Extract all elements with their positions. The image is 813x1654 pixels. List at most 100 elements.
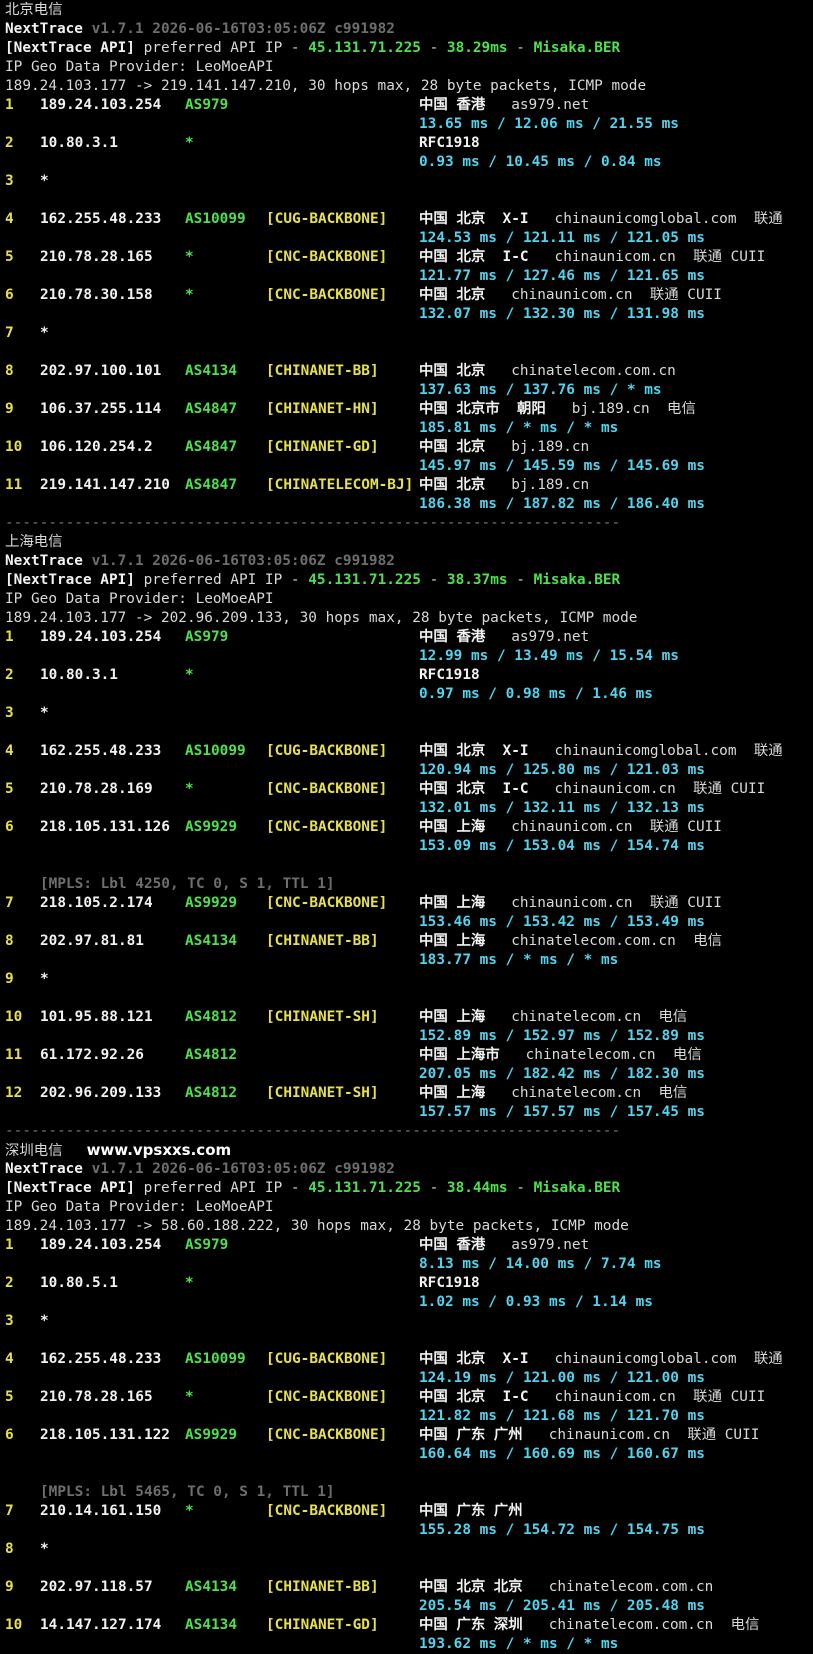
hop-geo: RFC1918 [419, 135, 480, 151]
hop-tag: [CUG-BACKBONE] [266, 211, 388, 227]
hop-number: 7 [5, 325, 14, 341]
hop-timeout: * [40, 173, 49, 189]
api-dash: - [507, 1180, 534, 1196]
hop-rtt-row: 1.02 ms / 0.93 ms / 1.14 ms [0, 1293, 813, 1312]
hop-geo: 中国 广东 广州 [419, 1427, 523, 1443]
route-line: 189.24.103.177 -> 219.141.147.210, 30 ho… [0, 77, 813, 96]
hop-geo: 中国 北京 I-C [419, 249, 529, 265]
hop-geo: 中国 北京 X-I [419, 743, 529, 759]
hop-rtt: 8.13 ms / 14.00 ms / 7.74 ms [419, 1256, 662, 1272]
tool-name: NextTrace [5, 553, 83, 569]
hop-timeout: * [40, 1313, 49, 1329]
hop-rtt-row: 137.63 ms / 137.76 ms / * ms [0, 381, 813, 400]
api-latency: 38.44ms [446, 1180, 508, 1196]
hop-blank [0, 1331, 813, 1350]
section-title: 深圳电信 www.vpsxxs.com [0, 1141, 813, 1160]
hop-isp: 电信 [693, 933, 722, 949]
hop-number: 7 [5, 895, 14, 911]
hop-number: 8 [5, 363, 14, 379]
hop-host: chinatelecom.com.cn [548, 1579, 714, 1595]
hop-mpls: [MPLS: Lbl 5465, TC 0, S 1, TTL 1] [40, 1484, 335, 1500]
hop-blank [0, 1464, 813, 1483]
separator: ----------------------------------------… [5, 515, 621, 531]
hop-isp: 电信 [672, 1047, 702, 1063]
hop-number: 9 [5, 401, 14, 417]
hop-isp: 联通 CUII [649, 895, 722, 911]
hop-geo: 中国 北京 I-C [419, 1389, 529, 1405]
hop-asn: * [185, 781, 194, 797]
hop-rtt: 153.09 ms / 153.04 ms / 154.74 ms [419, 838, 705, 854]
hop-asn: * [185, 1275, 194, 1291]
hop-mpls-row: [MPLS: Lbl 5465, TC 0, S 1, TTL 1] [0, 1483, 813, 1502]
hop-number: 7 [5, 1503, 14, 1519]
hop-tag: [CUG-BACKBONE] [266, 1351, 388, 1367]
hop-number: 4 [5, 211, 14, 227]
hop-number: 3 [5, 705, 14, 721]
hop-ip: 10.80.5.1 [40, 1275, 118, 1291]
api-node: Misaka.BER [533, 40, 621, 56]
hop-number: 8 [5, 933, 14, 949]
hop-rtt-row: 12.99 ms / 13.49 ms / 15.54 ms [0, 647, 813, 666]
hop-host: chinatelecom.com.cn [548, 1617, 714, 1633]
geo-provider-text: IP Geo Data Provider: LeoMoeAPI [5, 1199, 274, 1215]
geo-provider-line: IP Geo Data Provider: LeoMoeAPI [0, 58, 813, 77]
hop-ip: 14.147.127.174 [40, 1617, 162, 1633]
separator: ----------------------------------------… [5, 1123, 621, 1139]
hop-number: 6 [5, 1427, 14, 1443]
hop-row: 8 202.97.100.101 AS4134 [CHINANET-BB] 中国 北京 … [0, 362, 813, 381]
hop-tag: [CNC-BACKBONE] [266, 895, 388, 911]
hop-ip: 218.105.2.174 [40, 895, 153, 911]
hop-rtt: 1.02 ms / 0.93 ms / 1.14 ms [419, 1294, 653, 1310]
route-line: 189.24.103.177 -> 202.96.209.133, 30 hop… [0, 609, 813, 628]
hop-ip: 189.24.103.254 [40, 629, 162, 645]
hop-rtt: 193.62 ms / * ms / * ms [419, 1636, 619, 1652]
hop-asn: * [185, 249, 194, 265]
hop-blank [0, 1559, 813, 1578]
section-title-text: 北京电信 [5, 2, 63, 18]
hop-number: 6 [5, 819, 14, 835]
hop-row: 4 162.255.48.233 AS10099 [CUG-BACKBONE] 中国 北… [0, 742, 813, 761]
hop-number: 11 [5, 1047, 23, 1063]
hop-ip: 210.78.28.165 [40, 249, 153, 265]
hop-rtt-row: 121.82 ms / 121.68 ms / 121.70 ms [0, 1407, 813, 1426]
hop-geo: 中国 北京 北京 [419, 1579, 523, 1595]
hop-rtt-row: 193.62 ms / * ms / * ms [0, 1635, 813, 1654]
terminal-output[interactable]: 北京电信 NextTrace v1.7.1 2026-06-16T03:05:06… [0, 0, 813, 1654]
hop-rtt: 153.46 ms / 153.42 ms / 153.49 ms [419, 914, 705, 930]
hop-tag: [CHINATELECOM-BJ] [266, 477, 414, 493]
api-line: [NextTrace API] preferred API IP - 45.13… [0, 571, 813, 590]
hop-host: chinaunicomglobal.com [554, 1351, 737, 1367]
hop-timeout: * [40, 1541, 49, 1557]
hop-isp: 电信 [658, 1085, 688, 1101]
hop-rtt: 0.93 ms / 10.45 ms / 0.84 ms [419, 154, 662, 170]
hop-number: 8 [5, 1541, 14, 1557]
hop-geo: 中国 上海 [419, 1009, 486, 1025]
hop-rtt-row: 155.28 ms / 154.72 ms / 154.75 ms [0, 1521, 813, 1540]
hop-ip: 162.255.48.233 [40, 1351, 162, 1367]
hop-rtt: 0.97 ms / 0.98 ms / 1.46 ms [419, 686, 653, 702]
hop-row: 5 210.78.28.165 * [CNC-BACKBONE] 中国 北京 I-C c… [0, 1388, 813, 1407]
hop-asn: * [185, 1389, 194, 1405]
hop-isp: 联通 [753, 743, 783, 759]
hop-ip: 218.105.131.126 [40, 819, 170, 835]
hop-asn: * [185, 667, 194, 683]
hop-asn: AS4847 [185, 477, 237, 493]
hop-geo: 中国 北京 [419, 439, 486, 455]
hop-tag: [CNC-BACKBONE] [266, 1503, 388, 1519]
hop-host: chinatelecom.com.cn [511, 363, 676, 379]
hop-ip: 106.120.254.2 [40, 439, 153, 455]
hop-asn: AS9929 [185, 895, 237, 911]
hop-geo: 中国 上海 [419, 933, 486, 949]
hop-mpls: [MPLS: Lbl 4250, TC 0, S 1, TTL 1] [40, 876, 335, 892]
hop-host: chinaunicom.cn [511, 895, 633, 911]
hop-ip: 210.78.30.158 [40, 287, 153, 303]
hop-tag: [CHINANET-HN] [266, 401, 379, 417]
hop-timeout: * [40, 705, 49, 721]
hop-rtt-row: 0.93 ms / 10.45 ms / 0.84 ms [0, 153, 813, 172]
hop-isp: 电信 [730, 1617, 760, 1633]
hop-isp: 联通 CUII [649, 819, 722, 835]
hop-rtt-row: 185.81 ms / * ms / * ms [0, 419, 813, 438]
hop-asn: AS9929 [185, 819, 237, 835]
api-node: Misaka.BER [533, 1180, 621, 1196]
hop-geo: 中国 北京 X-I [419, 1351, 529, 1367]
